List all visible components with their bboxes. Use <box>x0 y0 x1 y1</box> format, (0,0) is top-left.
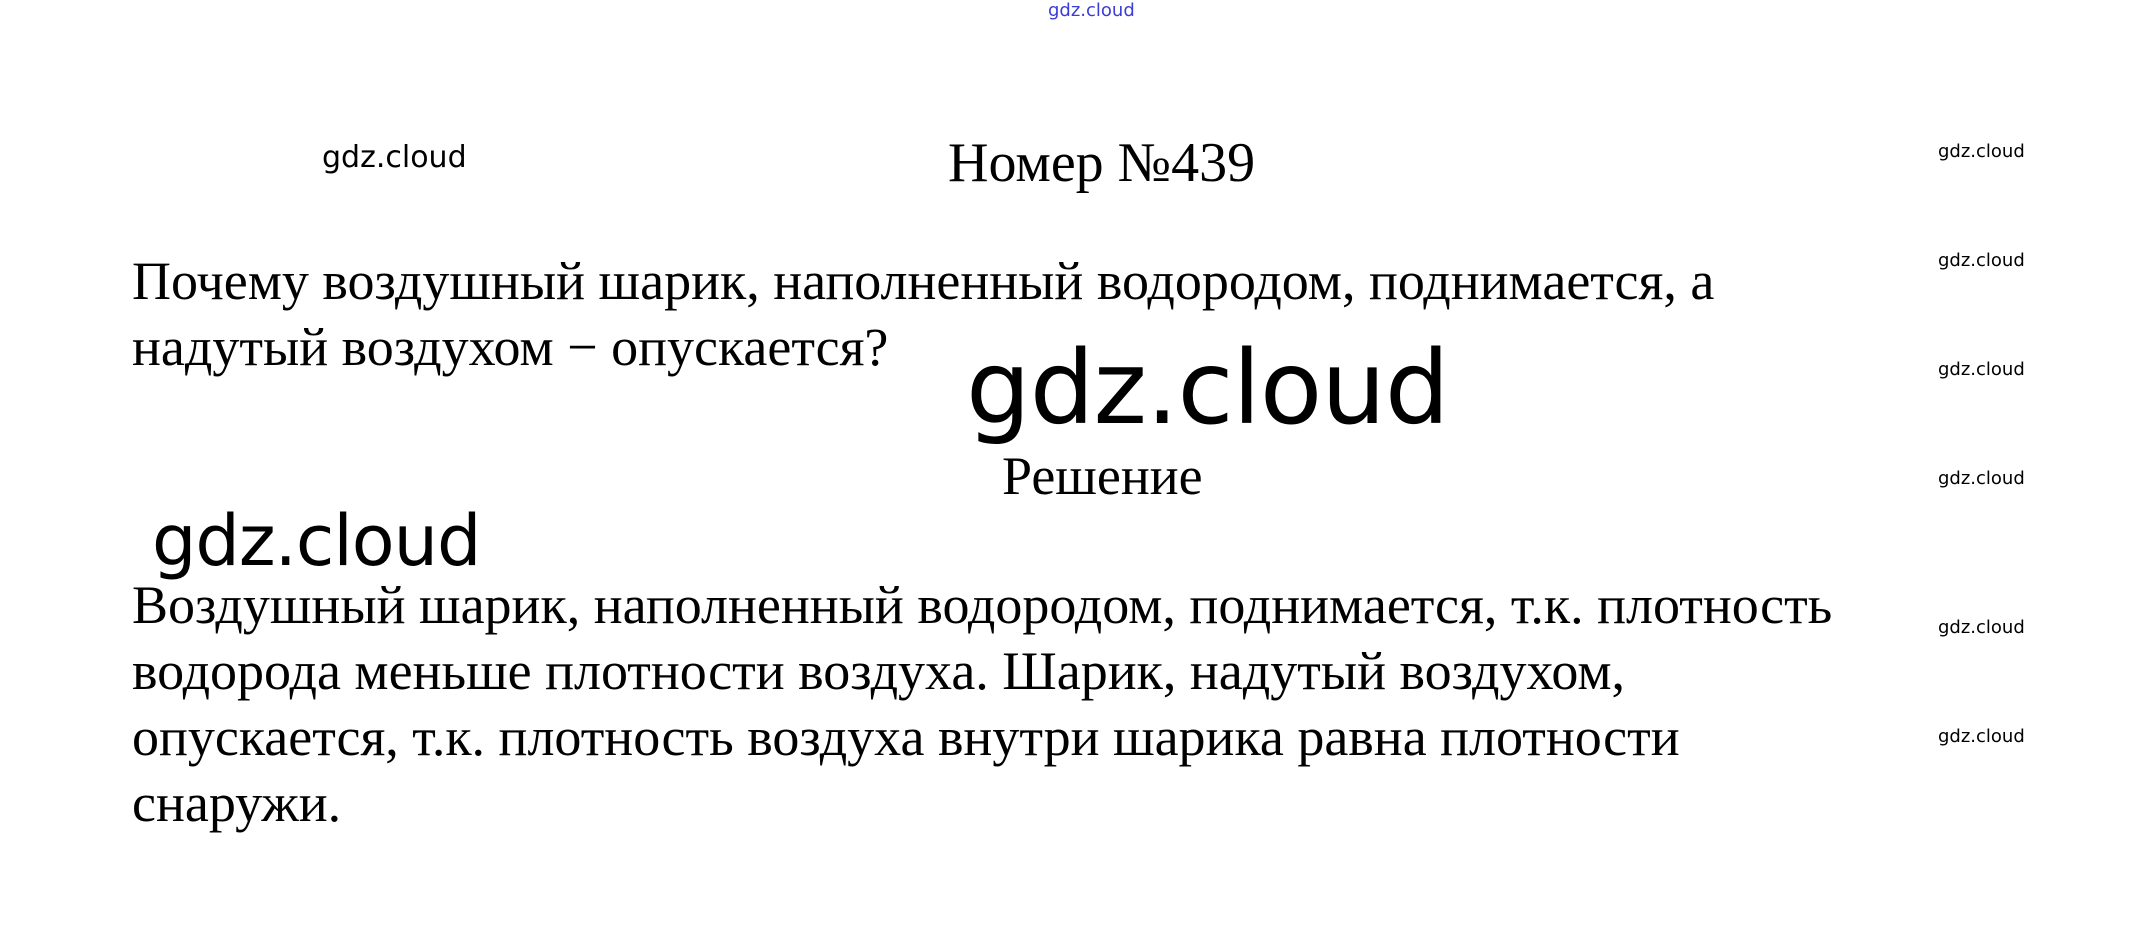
answer-line: опускается, т.к. плотность воздуха внутр… <box>132 707 1680 767</box>
question-line: Почему воздушный шарик, наполненный водо… <box>132 251 1715 311</box>
watermark-medium: gdz.cloud <box>322 140 467 175</box>
watermark-side: gdz.cloud <box>1938 468 2025 489</box>
watermark-large: gdz.cloud <box>966 329 1450 448</box>
answer-line: водорода меньше плотности воздуха. Шарик… <box>132 641 1626 701</box>
watermark-side: gdz.cloud <box>1938 141 2025 162</box>
watermark-side: gdz.cloud <box>1938 617 2025 638</box>
watermark-side: gdz.cloud <box>1938 726 2025 747</box>
solution-heading: Решение <box>1002 446 1203 506</box>
answer-line: Воздушный шарик, наполненный водородом, … <box>132 575 1833 635</box>
watermark-large-left: gdz.cloud <box>152 500 481 582</box>
watermark-top: gdz.cloud <box>1048 0 1135 21</box>
page-title: Номер №439 <box>948 132 1256 194</box>
answer-line: снаружи. <box>132 773 342 833</box>
answer-text: Воздушный шарик, наполненный водородом, … <box>132 572 2052 836</box>
watermark-side: gdz.cloud <box>1938 250 2025 271</box>
watermark-side: gdz.cloud <box>1938 359 2025 380</box>
